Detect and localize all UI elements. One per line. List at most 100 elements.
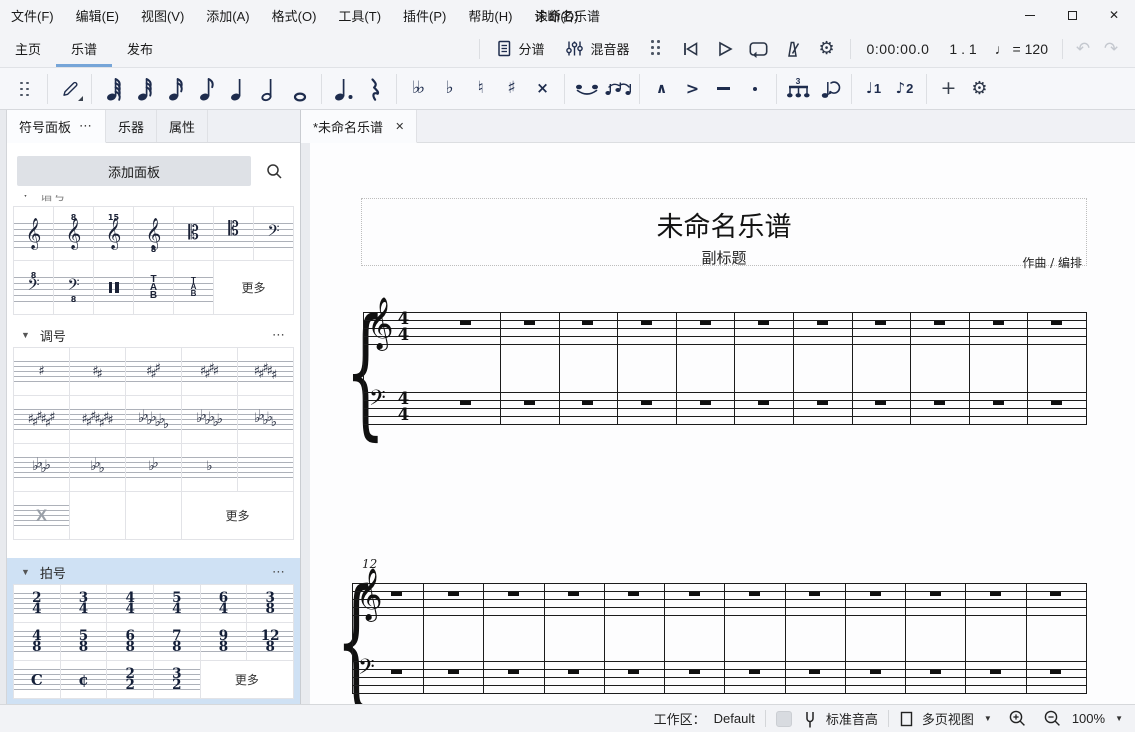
whole-rest[interactable] [809, 670, 820, 674]
marcato-button[interactable]: ∧ [646, 74, 677, 104]
double-sharp-button[interactable]: × [527, 74, 558, 104]
palette-item-key-signature[interactable]: ♯ [14, 348, 69, 395]
whole-rest[interactable] [993, 321, 1004, 325]
whole-rest[interactable] [460, 401, 471, 405]
palette-item-time-signature[interactable]: 98 [201, 623, 247, 660]
palette-section-header-timesigs[interactable]: ▼拍号⋯ [13, 560, 294, 584]
whole-rest[interactable] [700, 321, 711, 325]
palette-item-time-signature[interactable]: 38 [247, 585, 293, 622]
score-title[interactable]: 未命名乐谱 [362, 205, 1086, 244]
palette-item-time-signature[interactable]: 34 [61, 585, 107, 622]
palette-search-button[interactable] [258, 156, 290, 186]
redo-button[interactable]: ↷ [1097, 39, 1125, 59]
play-button[interactable] [708, 34, 742, 64]
palette-item-key-signature[interactable]: ♭♭♭♭♭ [238, 396, 293, 443]
palette-item-key-signature[interactable]: ♯♯♯♯♯♯♯ [70, 396, 125, 443]
palette-tab-乐器[interactable]: 乐器 [106, 110, 157, 142]
collapse-caret-icon[interactable]: ▼ [21, 567, 30, 577]
whole-rest[interactable] [568, 670, 579, 674]
menu-item-2[interactable]: 编辑(E) [65, 0, 130, 30]
score-composer[interactable]: 作曲 / 编排 [1022, 254, 1082, 271]
flat-button[interactable]: ♭ [434, 74, 465, 104]
drag-handle[interactable] [10, 74, 41, 104]
score-canvas[interactable]: 未命名乐谱 副标题 作曲 / 编排 {𝄞𝄢444412{𝄞𝄢 [301, 143, 1135, 704]
palette-item-time-signature[interactable]: 54 [154, 585, 200, 622]
whole-rest[interactable] [460, 321, 471, 325]
zoom-in-button[interactable] [1008, 709, 1027, 728]
palette-item-time-signature[interactable]: 128 [247, 623, 293, 660]
palette-item-tab-clef[interactable]: TAB [134, 261, 173, 314]
whole-rest[interactable] [568, 592, 579, 596]
voice-1-button[interactable]: ♩1 [858, 74, 889, 104]
palette-item-clef[interactable]: 𝄞8 [134, 207, 173, 260]
slur-button[interactable] [602, 74, 633, 104]
whole-rest[interactable] [809, 592, 820, 596]
whole-rest[interactable] [875, 321, 886, 325]
whole-rest[interactable] [758, 321, 769, 325]
palette-item-key-signature[interactable]: ♯♯♯♯♯ [238, 348, 293, 395]
close-button[interactable]: ✕ [1093, 0, 1135, 30]
palette-item-time-signature[interactable]: 32 [154, 661, 200, 698]
whole-rest[interactable] [990, 670, 1001, 674]
palette-item-tab-clef[interactable]: TAB [174, 261, 213, 314]
whole-rest[interactable] [930, 592, 941, 596]
whole-rest[interactable] [628, 592, 639, 596]
palette-item-time-signature[interactable]: 48 [14, 623, 60, 660]
whole-rest[interactable] [391, 670, 402, 674]
menu-item-4[interactable]: 添加(A) [195, 0, 260, 30]
rewind-button[interactable] [674, 34, 708, 64]
palette-item-time-signature[interactable]: 44 [107, 585, 153, 622]
menu-item-7[interactable]: 插件(P) [392, 0, 457, 30]
palette-item-clef[interactable]: 𝄞8 [54, 207, 93, 260]
natural-button[interactable]: ♮ [465, 74, 496, 104]
palette-item-time-signature[interactable]: C [14, 661, 60, 698]
ribbon-tab-乐谱[interactable]: 乐谱 [56, 30, 112, 67]
palette-more-button[interactable]: 更多 [182, 492, 293, 539]
palette-item-clef[interactable]: 𝄢8 [14, 261, 53, 314]
note-quarter-button[interactable] [222, 74, 253, 104]
palette-item-time-signature[interactable]: 58 [61, 623, 107, 660]
playback-time[interactable]: 0:00:00.0 [857, 41, 940, 57]
time-signature[interactable]: 44 [395, 311, 412, 343]
palette-item-clef[interactable]: 𝄡 [214, 207, 253, 260]
time-signature[interactable]: 44 [395, 391, 412, 423]
palette-item-key-signature[interactable]: ♭♭♭♭♭♭♭ [126, 396, 181, 443]
whole-rest[interactable] [524, 401, 535, 405]
whole-rest[interactable] [582, 321, 593, 325]
whole-rest[interactable] [817, 321, 828, 325]
note-whole-button[interactable] [284, 74, 315, 104]
whole-rest[interactable] [1050, 592, 1061, 596]
whole-rest[interactable] [448, 670, 459, 674]
palette-item-key-signature[interactable]: ♭♭♭♭♭♭ [182, 396, 237, 443]
parts-button[interactable]: 分谱 [486, 34, 555, 64]
voice-2-button[interactable]: ♪2 [889, 74, 920, 104]
whole-rest[interactable] [990, 592, 1001, 596]
tie-button[interactable] [571, 74, 602, 104]
tenuto-button[interactable] [708, 74, 739, 104]
whole-rest[interactable] [689, 670, 700, 674]
loop-button[interactable] [742, 34, 776, 64]
sharp-button[interactable]: ♯ [496, 74, 527, 104]
workspace-control[interactable]: 工作区： Default [654, 709, 755, 728]
palette-item-clef[interactable]: 𝄡 [174, 207, 213, 260]
zoom-level-select[interactable]: 100% ▼ [1072, 711, 1123, 726]
score-subtitle[interactable]: 副标题 [362, 247, 1086, 268]
whole-rest[interactable] [758, 401, 769, 405]
palette-tab-符号面板[interactable]: 符号面板⋯ [7, 110, 106, 143]
view-mode-select[interactable]: 多页视图 ▼ [899, 709, 992, 728]
rest-button[interactable] [359, 74, 390, 104]
staccato-button[interactable] [739, 74, 770, 104]
palette-item-clef[interactable]: 𝄢 [254, 207, 293, 260]
palette-section-header-keysigs[interactable]: ▼调号⋯ [13, 323, 294, 347]
palette-item-time-signature[interactable]: 64 [201, 585, 247, 622]
tempo-display[interactable]: ♩ = 120 [987, 41, 1056, 57]
whole-rest[interactable] [508, 670, 519, 674]
more-menu-icon[interactable]: ⋯ [79, 118, 93, 134]
palette-more-button[interactable]: 更多 [214, 261, 293, 314]
palette-item-time-signature[interactable]: 24 [14, 585, 60, 622]
palette-tab-属性[interactable]: 属性 [157, 110, 208, 142]
palette-item-clef[interactable]: 𝄢8 [54, 261, 93, 314]
whole-rest[interactable] [870, 592, 881, 596]
flip-direction-button[interactable] [814, 74, 845, 104]
palette-list[interactable]: ▼谱号⋯𝄞𝄞8𝄞15𝄞8𝄡𝄡𝄢𝄢8𝄢8TABTAB更多▼调号⋯♯♯♯♯♯♯♯♯♯… [7, 195, 300, 704]
